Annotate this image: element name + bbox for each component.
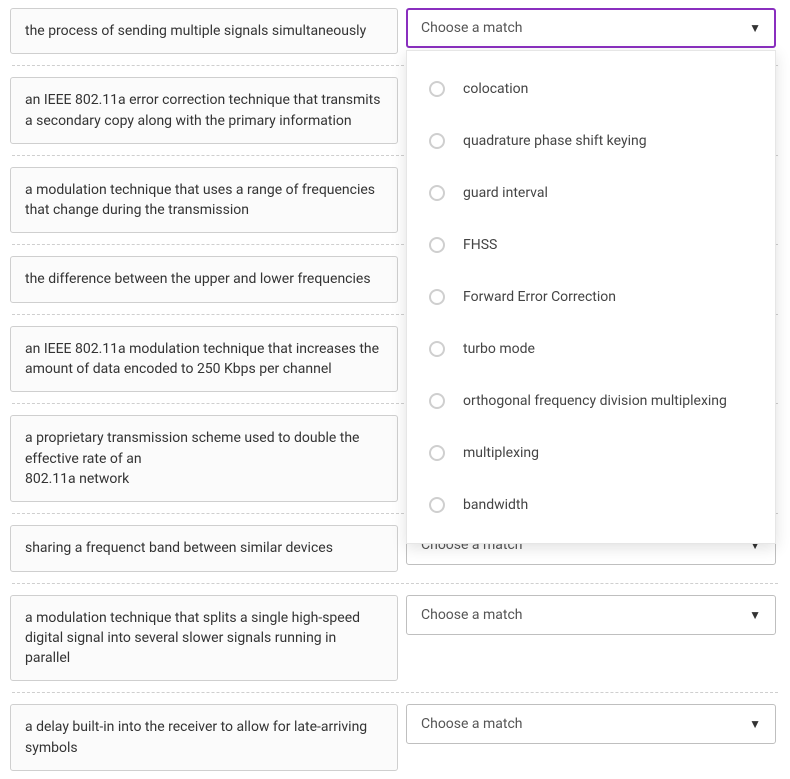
dropdown-option-label: bandwidth [463, 497, 528, 513]
chevron-down-icon: ▼ [749, 717, 761, 731]
match-select[interactable]: Choose a match ▼ [406, 8, 776, 48]
dropdown-option[interactable]: FHSS [407, 219, 775, 271]
radio-icon [429, 497, 445, 513]
definition-card: a modulation technique that splits a sin… [10, 595, 398, 682]
definition-card: a delay built-in into the receiver to al… [10, 704, 398, 771]
dropdown-option-label: orthogonal frequency division multiplexi… [463, 393, 727, 409]
radio-icon [429, 341, 445, 357]
dropdown-option-label: colocation [463, 81, 528, 97]
dropdown-option[interactable]: multiplexing [407, 427, 775, 479]
definition-card: the process of sending multiple signals … [10, 8, 398, 54]
match-select[interactable]: Choose a match ▼ [406, 704, 776, 744]
definition-card: a proprietary transmission scheme used t… [10, 415, 398, 502]
match-select-placeholder: Choose a match [421, 607, 523, 623]
match-row: a delay built-in into the receiver to al… [10, 704, 780, 771]
match-select[interactable]: Choose a match ▼ [406, 595, 776, 635]
match-row: a modulation technique that splits a sin… [10, 595, 780, 682]
match-row: the process of sending multiple signals … [10, 8, 780, 54]
match-dropdown[interactable]: colocation quadrature phase shift keying g… [406, 50, 776, 544]
definition-card: an IEEE 802.11a error correction techniq… [10, 77, 398, 144]
chevron-down-icon: ▼ [749, 608, 761, 622]
definition-card: a modulation technique that uses a range… [10, 167, 398, 234]
radio-icon [429, 445, 445, 461]
match-select-placeholder: Choose a match [421, 716, 523, 732]
radio-icon [429, 133, 445, 149]
radio-icon [429, 81, 445, 97]
dropdown-option-label: quadrature phase shift keying [463, 133, 647, 149]
dropdown-option[interactable]: quadrature phase shift keying [407, 115, 775, 167]
radio-icon [429, 393, 445, 409]
dropdown-option-label: Forward Error Correction [463, 289, 616, 305]
chevron-down-icon: ▼ [749, 21, 761, 35]
dropdown-option-label: FHSS [463, 237, 497, 253]
dropdown-option[interactable]: Forward Error Correction [407, 271, 775, 323]
dropdown-option[interactable]: bandwidth [407, 479, 775, 531]
dropdown-option-label: multiplexing [463, 445, 539, 461]
dropdown-option[interactable]: guard interval [407, 167, 775, 219]
dropdown-option[interactable]: colocation [407, 63, 775, 115]
radio-icon [429, 289, 445, 305]
radio-icon [429, 185, 445, 201]
dropdown-option[interactable]: orthogonal frequency division multiplexi… [407, 375, 775, 427]
dropdown-option-label: guard interval [463, 185, 548, 201]
dropdown-option[interactable]: turbo mode [407, 323, 775, 375]
radio-icon [429, 237, 445, 253]
definition-card: the difference between the upper and low… [10, 256, 398, 302]
match-select-placeholder: Choose a match [421, 20, 523, 36]
definition-card: sharing a frequenct band between similar… [10, 525, 398, 571]
definition-card: an IEEE 802.11a modulation technique tha… [10, 326, 398, 393]
dropdown-option-label: turbo mode [463, 341, 535, 357]
